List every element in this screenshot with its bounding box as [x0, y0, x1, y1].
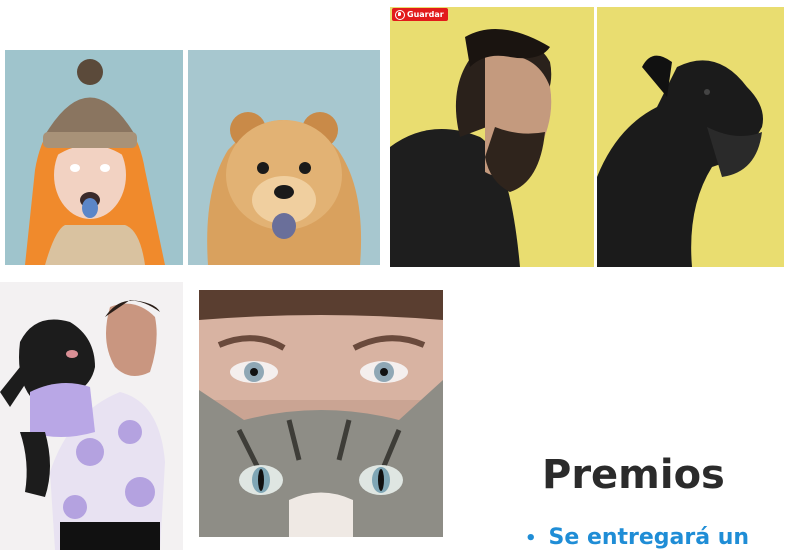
- prize-list: • Se entregará un: [525, 525, 749, 550]
- bullet-icon: •: [525, 528, 537, 549]
- photo-woman-tongue: [5, 50, 183, 265]
- list-item: • Se entregará un: [525, 525, 749, 550]
- photo-man-with-bulldog: [0, 282, 183, 550]
- prize-text: Se entregará un: [548, 525, 750, 550]
- save-pin-label: Guardar: [407, 10, 444, 19]
- photo-bearded-man: [390, 7, 594, 267]
- photo-schnauzer: [597, 7, 784, 267]
- photo-woman-and-cat: [199, 290, 443, 537]
- pin-icon: [395, 9, 405, 20]
- section-title: Premios: [542, 452, 725, 498]
- save-pin-button[interactable]: Guardar: [392, 8, 448, 21]
- photo-chow-chow-puppy: [188, 50, 380, 265]
